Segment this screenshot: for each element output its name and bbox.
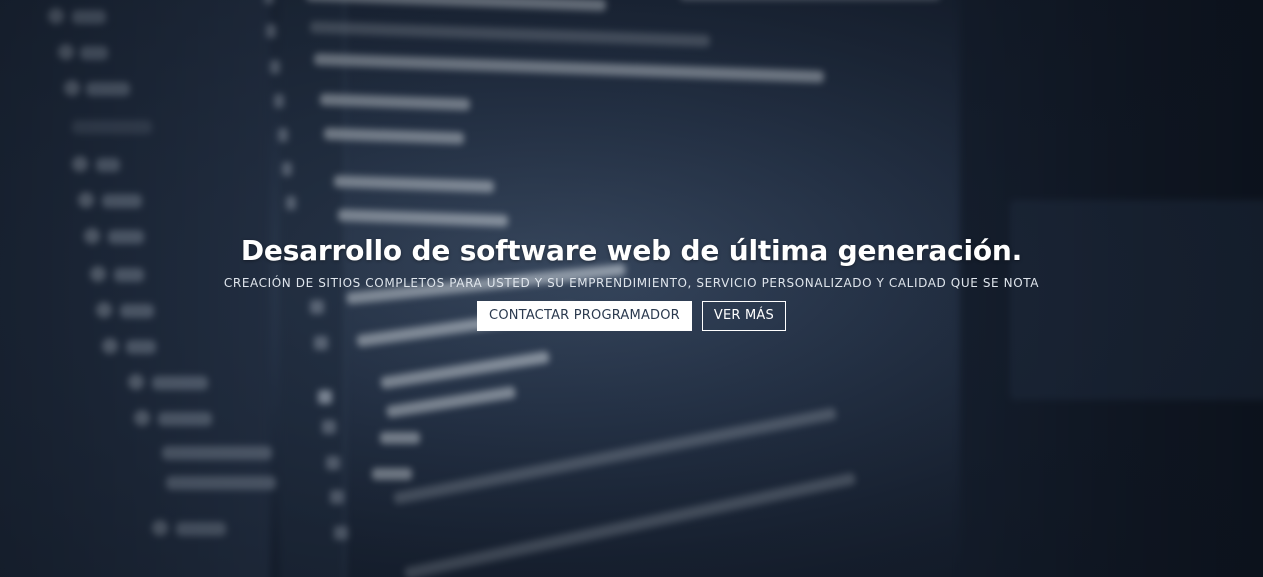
hero-subtitle: CREACIÓN DE SITIOS COMPLETOS PARA USTED … — [223, 276, 1040, 290]
hero-banner: Desarrollo de software web de última gen… — [0, 0, 1263, 577]
hero-content: Desarrollo de software web de última gen… — [0, 232, 1263, 331]
contact-programmer-button[interactable]: CONTACTAR PROGRAMADOR — [477, 301, 692, 331]
see-more-button[interactable]: VER MÁS — [701, 301, 786, 331]
hero-title: Desarrollo de software web de última gen… — [240, 234, 1023, 267]
hero-buttons: CONTACTAR PROGRAMADOR VER MÁS — [0, 301, 1263, 331]
